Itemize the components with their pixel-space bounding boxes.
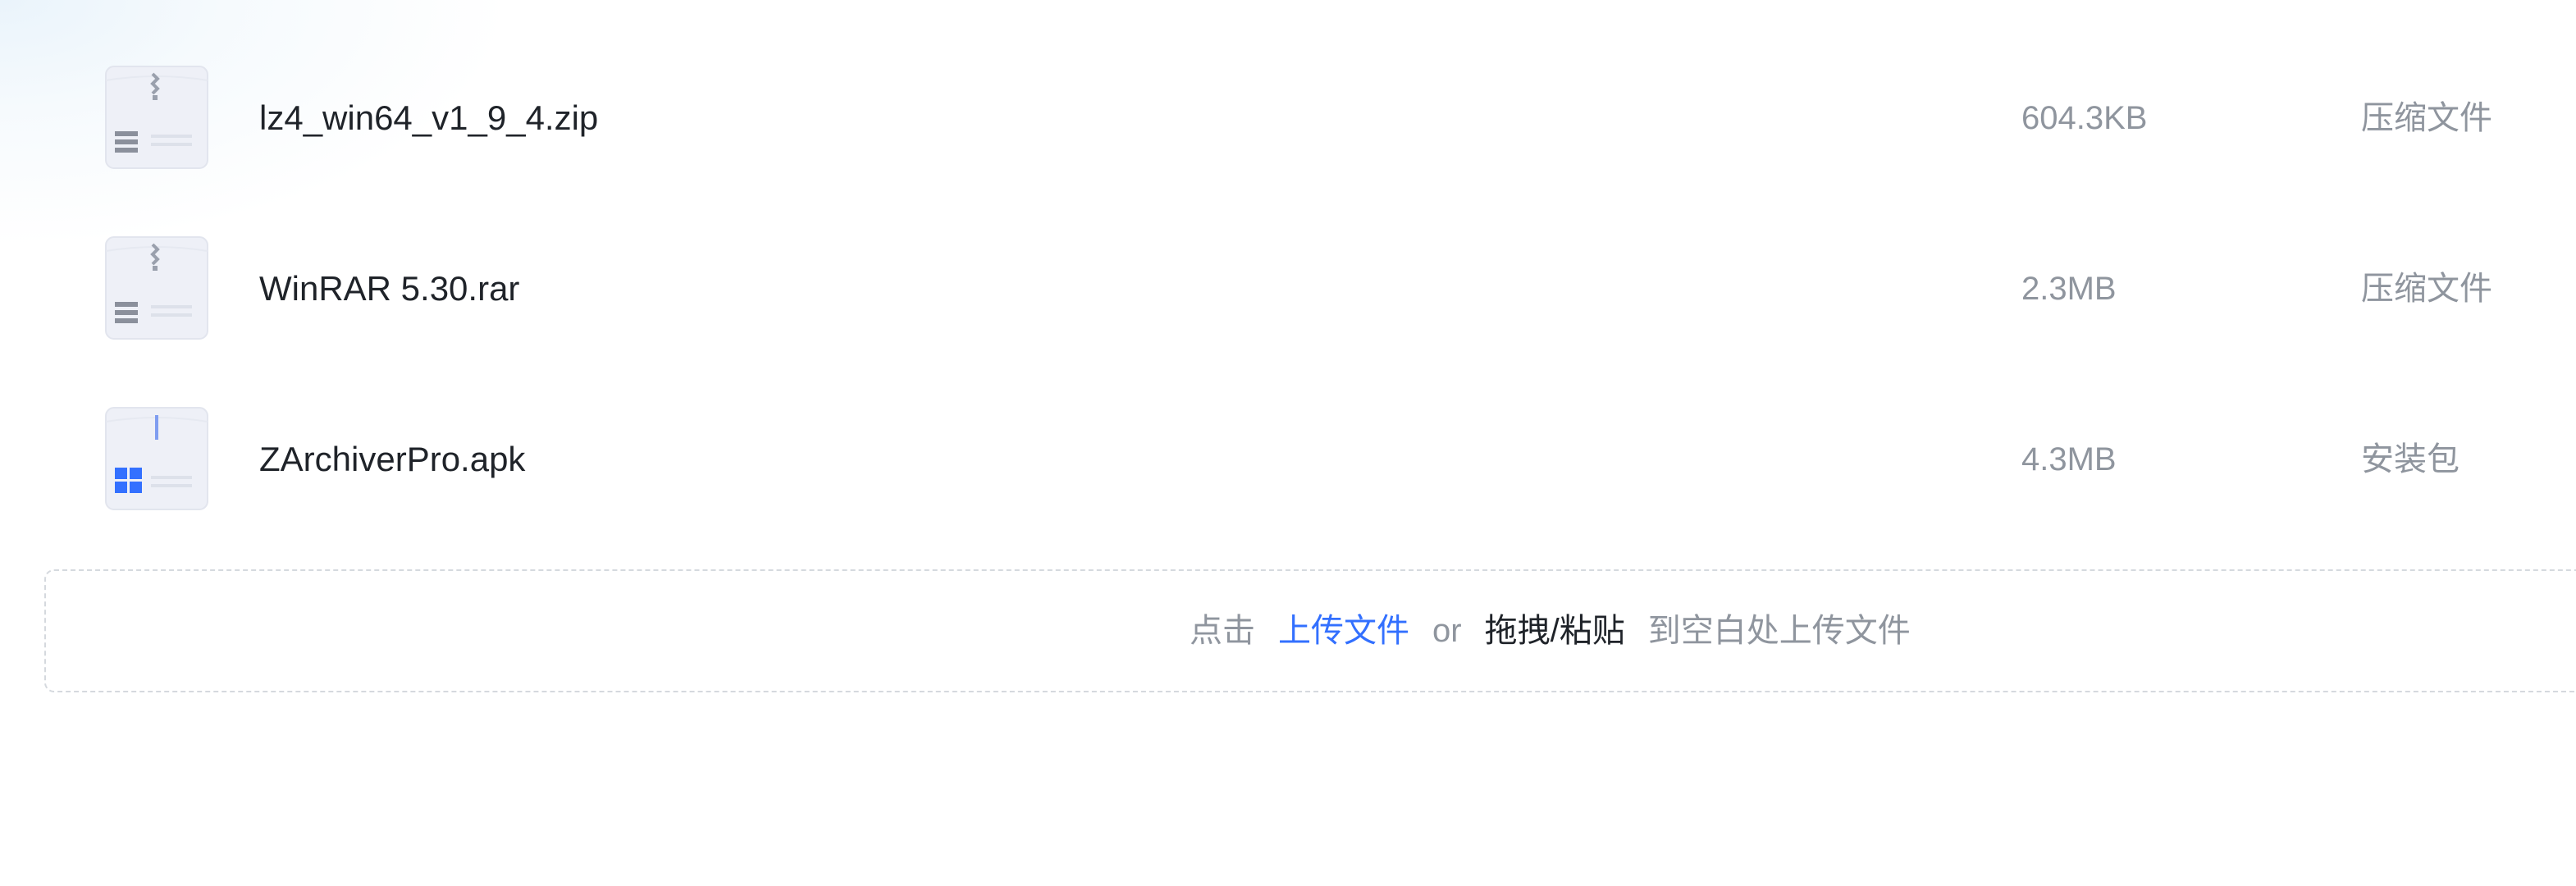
upload-suffix: 到空白处上传文件	[1647, 613, 1911, 649]
file-size: 604.3KB	[2021, 100, 2148, 136]
file-list: lz4_win64_v1_9_4.zip 604.3KB 压缩文件 WinRAR…	[0, 33, 2576, 545]
file-type: 压缩文件	[2361, 271, 2492, 307]
file-panel: lz4_win64_v1_9_4.zip 604.3KB 压缩文件 WinRAR…	[0, 0, 2576, 886]
apk-file-icon	[105, 407, 208, 510]
upload-or: or	[1432, 613, 1462, 649]
file-name[interactable]: WinRAR 5.30.rar	[259, 203, 519, 374]
upload-hint: 点击 上传文件 or 拖拽/粘贴 到空白处上传文件	[1190, 571, 1911, 691]
file-type: 压缩文件	[2361, 100, 2492, 136]
archive-file-icon	[105, 66, 208, 169]
file-size: 2.3MB	[2021, 271, 2117, 307]
drag-paste-label: 拖拽/粘贴	[1484, 613, 1625, 649]
upload-drop-zone[interactable]: 点击 上传文件 or 拖拽/粘贴 到空白处上传文件	[44, 569, 2576, 692]
file-row[interactable]: ZArchiverPro.apk 4.3MB 安装包	[0, 374, 2576, 545]
file-row[interactable]: WinRAR 5.30.rar 2.3MB 压缩文件	[0, 203, 2576, 374]
file-size: 4.3MB	[2021, 441, 2117, 477]
upload-file-link[interactable]: 上传文件	[1278, 613, 1409, 649]
file-name[interactable]: lz4_win64_v1_9_4.zip	[259, 33, 598, 203]
upload-prefix: 点击	[1190, 613, 1255, 649]
file-type: 安装包	[2361, 441, 2460, 477]
file-name[interactable]: ZArchiverPro.apk	[259, 374, 525, 545]
file-row[interactable]: lz4_win64_v1_9_4.zip 604.3KB 压缩文件	[0, 33, 2576, 203]
archive-file-icon	[105, 236, 208, 340]
